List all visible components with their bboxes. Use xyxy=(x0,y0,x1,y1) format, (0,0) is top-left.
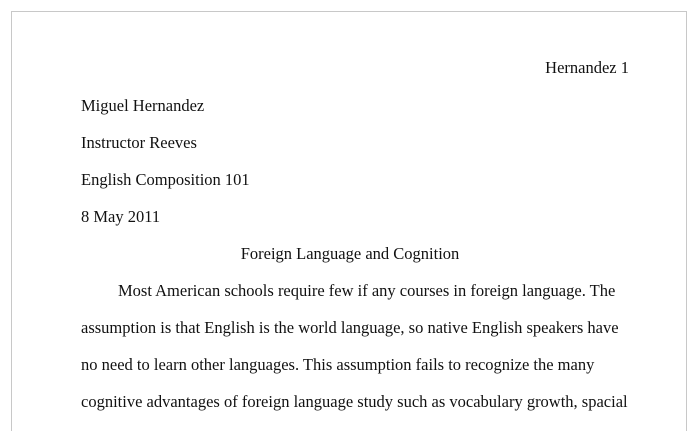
body-line: assumption is that English is the world … xyxy=(81,318,619,337)
date-line: 8 May 2011 xyxy=(81,207,161,226)
course-name: English Composition 101 xyxy=(81,170,250,189)
student-name: Miguel Hernandez xyxy=(81,96,205,115)
body-line: Most American schools require few if any… xyxy=(118,281,616,300)
instructor-name: Instructor Reeves xyxy=(81,133,197,152)
paper-title: Foreign Language and Cognition xyxy=(240,244,460,263)
running-head: Hernandez 1 xyxy=(545,58,629,77)
body-line: cognitive advantages of foreign language… xyxy=(81,392,628,411)
body-line: no need to learn other languages. This a… xyxy=(81,355,595,374)
document-page: Hernandez 1 Miguel Hernandez Instructor … xyxy=(11,11,687,431)
